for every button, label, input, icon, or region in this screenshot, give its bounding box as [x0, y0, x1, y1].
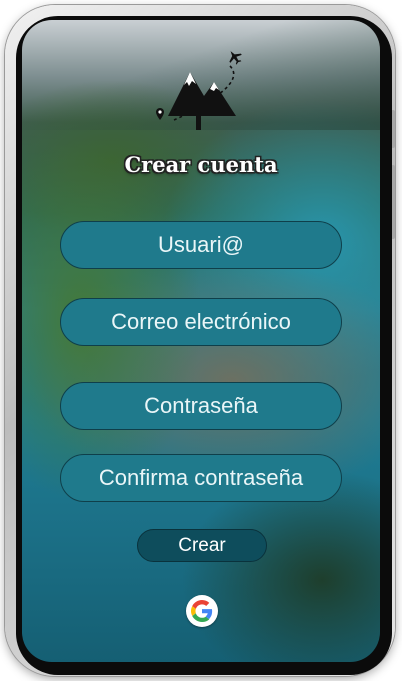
- location-pin-icon: [156, 108, 164, 120]
- google-sign-in-button[interactable]: [186, 595, 218, 627]
- create-account-button[interactable]: Crear: [137, 529, 267, 562]
- google-icon: [191, 600, 213, 622]
- password-field[interactable]: Contraseña: [60, 382, 342, 430]
- mountain-travel-logo: [156, 51, 242, 130]
- mountain-icon: [168, 72, 236, 130]
- page-title: Crear cuenta: [124, 152, 278, 177]
- confirm-password-field[interactable]: Confirma contraseña: [60, 454, 342, 502]
- app-screen: Crear cuenta Usuari@ Correo electrónico …: [22, 20, 380, 662]
- username-field[interactable]: Usuari@: [60, 221, 342, 269]
- email-field[interactable]: Correo electrónico: [60, 298, 342, 346]
- airplane-icon: [229, 51, 242, 65]
